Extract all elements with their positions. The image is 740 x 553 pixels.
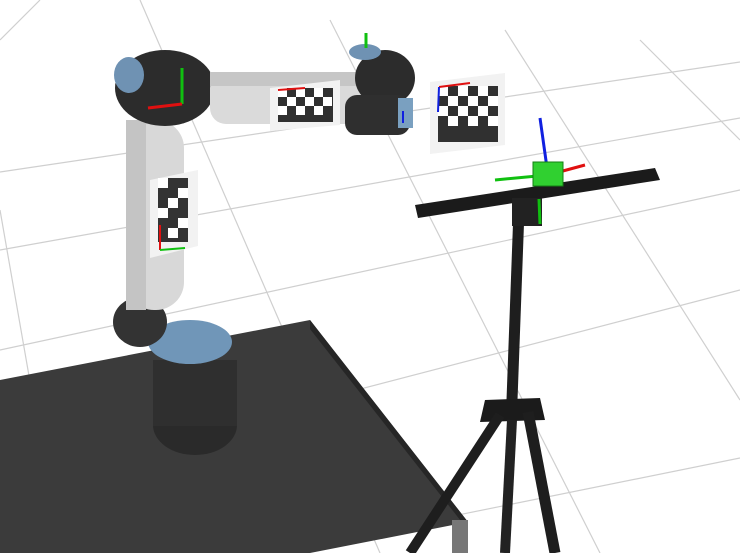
3d-viewport[interactable] bbox=[0, 0, 740, 553]
table[interactable] bbox=[0, 320, 468, 553]
tripod[interactable] bbox=[405, 168, 660, 553]
camera-frame bbox=[494, 117, 586, 187]
calibration-board-link bbox=[150, 170, 198, 258]
scene-canvas[interactable] bbox=[0, 0, 740, 553]
calibration-board-endeffector bbox=[430, 73, 505, 154]
calibration-board-arm bbox=[270, 80, 340, 131]
